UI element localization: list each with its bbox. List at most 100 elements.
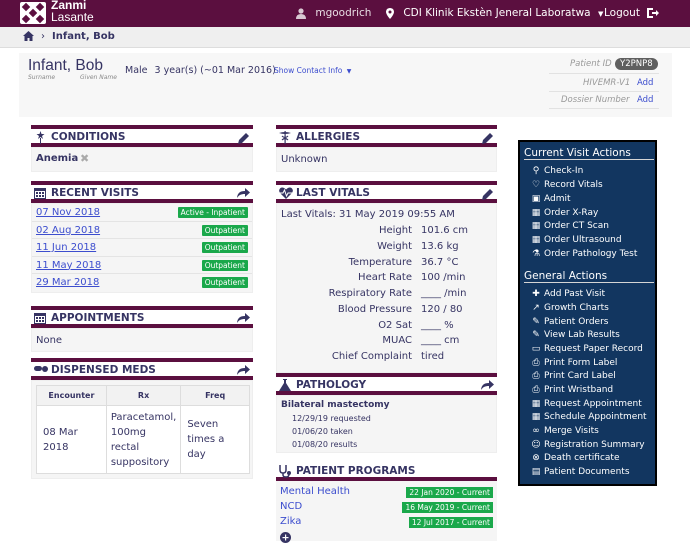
vital-value: 101.6 cm [421, 225, 469, 236]
visit-row: 02 Aug 2018 Outpatient [32, 222, 252, 239]
home-icon[interactable] [23, 31, 34, 41]
program-name-link[interactable]: Mental Health [280, 486, 350, 497]
line-chart-icon: ↗ [532, 303, 540, 313]
logout-link[interactable]: Logout [604, 7, 660, 19]
appointments-header: APPOINTMENTS [31, 310, 253, 328]
remove-condition-icon[interactable]: ✖ [80, 152, 89, 165]
show-contact-label: Show Contact Info [274, 66, 343, 75]
vital-value: ____ % [421, 320, 454, 331]
action-admit[interactable]: ▣ Admit [531, 194, 571, 204]
dispensed-meds-header: DISPENSED MEDS [31, 362, 253, 380]
vital-label: Heart Rate [358, 272, 412, 283]
action-record-vitals[interactable]: ♡ Record Vitals [531, 180, 603, 190]
document-icon: ▤ [531, 467, 541, 477]
conditions-body: Anemia ✖ [31, 147, 253, 172]
meds-rx: Paracetamol, 100mg rectal suppository [105, 405, 182, 474]
vital-label: Chief Complaint [331, 351, 412, 362]
share-arrow-icon[interactable] [237, 313, 250, 324]
breadcrumb-patient[interactable]: Infant, Bob [52, 31, 115, 42]
share-arrow-icon[interactable] [237, 365, 250, 376]
action-growth-charts[interactable]: ↗ Growth Charts [531, 303, 609, 313]
breadcrumb: › Infant, Bob [0, 27, 690, 48]
action-check-in[interactable]: ⚲ Check-In [531, 166, 584, 176]
action-patient-documents[interactable]: ▤ Patient Documents [531, 467, 630, 477]
hivemr-add-link[interactable]: Add [637, 78, 653, 88]
action-order-ct-scan[interactable]: ▦ Order CT Scan [531, 221, 609, 231]
action-order-pathology[interactable]: ⚗ Order Pathology Test [531, 249, 637, 259]
meds-encounter: 08 Mar 2018 [36, 405, 107, 474]
action-add-past-visit[interactable]: ✚ Add Past Visit [531, 289, 605, 299]
folder-open-icon: ▭ [531, 344, 541, 354]
dossier-label: Dossier Number [561, 95, 630, 105]
vital-label: Respiratory Rate [328, 288, 412, 299]
action-death-certificate[interactable]: ⊗ Death certificate [531, 453, 619, 463]
link-icon: ∞ [532, 426, 540, 436]
visit-date-link[interactable]: 07 Nov 2018 [36, 207, 100, 218]
user-icon [296, 7, 306, 19]
program-name-link[interactable]: NCD [280, 501, 302, 512]
zanmi-lasante-logo[interactable] [20, 2, 46, 24]
action-merge-visits[interactable]: ∞ Merge Visits [531, 426, 599, 436]
logout-label: Logout [604, 7, 640, 19]
action-request-paper-record[interactable]: ▭ Request Paper Record [531, 344, 643, 354]
action-order-xray[interactable]: ▦ Order X-Ray [531, 208, 599, 218]
condition-item[interactable]: Anemia [36, 153, 78, 164]
pills-icon [34, 366, 48, 372]
visit-status-badge: Outpatient [201, 277, 248, 288]
action-request-appointment[interactable]: ▦ Request Appointment [531, 399, 642, 409]
action-label: Growth Charts [544, 303, 609, 313]
conditions-title: CONDITIONS [51, 131, 126, 143]
visit-date-link[interactable]: 02 Aug 2018 [36, 225, 100, 236]
recent-visits-section: RECENT VISITS 07 Nov 2018 Active - Inpati… [31, 181, 253, 293]
add-program-icon[interactable] [280, 532, 291, 543]
show-contact-info-link[interactable]: Show Contact Info ▼ [274, 66, 351, 75]
action-registration-summary[interactable]: ☺ Registration Summary [531, 440, 645, 450]
program-date-badge: 12 Jul 2017 - Current [408, 517, 493, 528]
caret-down-icon: ▼ [597, 10, 604, 18]
visit-row: 07 Nov 2018 Active - Inpatient [32, 204, 252, 222]
action-label: Order CT Scan [544, 221, 609, 231]
action-label: Registration Summary [544, 440, 645, 450]
appointments-value: None [36, 335, 63, 346]
pencil-icon[interactable] [238, 132, 250, 144]
location-selector[interactable]: CDI Klinik Ekstèn Jeneral Laboratwa ▼ [386, 7, 603, 19]
action-order-ultrasound[interactable]: ▦ Order Ultrasound [531, 235, 622, 245]
action-print-form-label[interactable]: ⎙ Print Form Label [531, 358, 617, 368]
action-schedule-appointment[interactable]: ▦ Schedule Appointment [531, 412, 647, 422]
username: mgoodrich [315, 7, 372, 19]
calendar-icon [34, 188, 46, 199]
vital-label: Weight [377, 241, 412, 252]
patient-id-label: Patient ID [570, 59, 612, 69]
visit-date-link[interactable]: 29 Mar 2018 [36, 277, 99, 288]
visit-status-badge: Active - Inpatient [177, 207, 248, 218]
visit-date-link[interactable]: 11 Jun 2018 [36, 242, 96, 253]
pathology-line: 01/08/20 results [292, 440, 358, 449]
action-print-card-label[interactable]: ⎙ Print Card Label [531, 371, 616, 381]
action-view-lab-results[interactable]: ✎ View Lab Results [531, 330, 620, 340]
program-name-link[interactable]: Zika [280, 516, 301, 527]
dispensed-meds-title: DISPENSED MEDS [51, 364, 156, 376]
share-arrow-icon[interactable] [237, 188, 250, 199]
action-patient-orders[interactable]: ✎ Patient Orders [531, 317, 608, 327]
visit-date-link[interactable]: 11 May 2018 [36, 260, 101, 271]
pencil-icon[interactable] [482, 132, 494, 144]
action-label: Record Vitals [544, 180, 603, 190]
vital-label: Temperature [348, 257, 412, 268]
patient-programs-header: PATIENT PROGRAMS [276, 463, 497, 481]
recent-visits-list: 07 Nov 2018 Active - Inpatient 02 Aug 201… [31, 203, 253, 293]
meds-col-freq: Freq [180, 385, 250, 406]
action-label: Print Card Label [544, 371, 616, 381]
dossier-add-link[interactable]: Add [637, 95, 653, 105]
last-vitals-section: LAST VITALS Last Vitals: 31 May 2019 09:… [276, 181, 497, 373]
divider [549, 73, 659, 74]
pencil-icon: ✎ [532, 317, 540, 327]
pencil-icon[interactable] [482, 188, 494, 200]
pathology-section: PATHOLOGY Bilateral mastectomy 12/29/19 … [276, 373, 497, 453]
pathology-header: PATHOLOGY [276, 377, 497, 395]
given-name-label: Given Name [80, 74, 117, 81]
meds-col-encounter: Encounter [36, 385, 107, 406]
user-menu[interactable]: mgoodrich [296, 7, 371, 19]
action-print-wristband[interactable]: ⎙ Print Wristband [531, 385, 613, 395]
share-arrow-icon[interactable] [481, 380, 494, 391]
plus-icon: ✚ [532, 289, 540, 299]
